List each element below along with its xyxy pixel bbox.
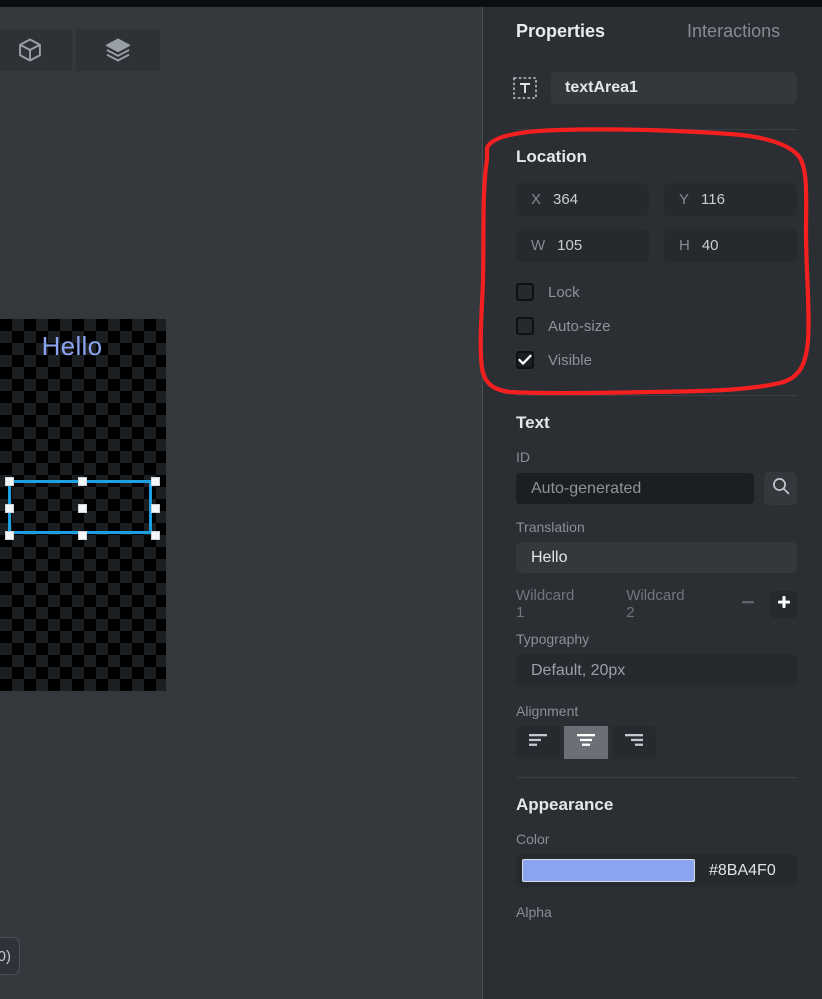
color-label: Color xyxy=(516,831,550,847)
label-w: W xyxy=(531,237,546,254)
checkbox-row-auto-size[interactable]: Auto-size xyxy=(516,309,797,343)
field-w[interactable]: W 105 xyxy=(516,229,649,262)
divider-after-location xyxy=(516,395,797,396)
text-area-icon xyxy=(513,77,537,99)
align-left-button[interactable] xyxy=(516,726,560,759)
remove-wildcard-button[interactable] xyxy=(736,592,760,616)
id-input[interactable]: Auto-generated xyxy=(516,473,754,504)
resize-handle-top-left[interactable] xyxy=(5,477,14,486)
appearance-section: Appearance Color #8BA4F0 Alpha xyxy=(483,795,822,920)
editor-area: Hello 0) xyxy=(0,7,482,999)
checkbox-visible[interactable] xyxy=(516,351,534,369)
alignment-button-group xyxy=(516,726,797,759)
align-left-icon xyxy=(527,732,549,753)
editor-toolbar xyxy=(0,29,160,71)
color-hex-value[interactable]: #8BA4F0 xyxy=(709,862,776,880)
checkbox-row-lock[interactable]: Lock xyxy=(516,275,797,309)
resize-handle-middle-left[interactable] xyxy=(5,504,14,513)
align-right-button[interactable] xyxy=(612,726,656,759)
coordinate-readout: 0) xyxy=(0,937,20,975)
resize-handle-middle-center[interactable] xyxy=(78,504,87,513)
resize-handle-bottom-right[interactable] xyxy=(151,531,160,540)
resize-handle-bottom-center[interactable] xyxy=(78,531,87,540)
label-lock: Lock xyxy=(548,283,580,301)
value-w: 105 xyxy=(557,237,583,254)
selection-bounding-box[interactable] xyxy=(5,477,160,540)
field-y[interactable]: Y 116 xyxy=(664,183,797,216)
label-h: H xyxy=(679,237,690,254)
layers-icon xyxy=(104,36,132,64)
label-visible: Visible xyxy=(548,351,592,369)
search-icon xyxy=(771,476,791,501)
field-x[interactable]: X 364 xyxy=(516,183,649,216)
cube-icon xyxy=(16,36,44,64)
text-title: Text xyxy=(516,413,550,432)
typography-field[interactable]: Default, 20px xyxy=(516,654,797,687)
wildcard-row: Wildcard 1 Wildcard 2 xyxy=(516,587,798,621)
canvas-text-element[interactable]: Hello xyxy=(0,331,144,361)
divider-after-text xyxy=(516,777,797,778)
translation-input[interactable]: Hello xyxy=(516,542,797,573)
text-section: Text ID Auto-generated Translation Hello… xyxy=(483,413,822,759)
label-x: X xyxy=(531,191,542,208)
appearance-title: Appearance xyxy=(516,795,614,814)
location-row-xy: X 364 Y 116 xyxy=(516,183,797,216)
tab-properties[interactable]: Properties xyxy=(516,21,605,42)
minus-icon xyxy=(739,593,757,616)
color-swatch[interactable] xyxy=(522,859,695,882)
location-section: Location X 364 Y 116 W 105 H 40 Lock Aut… xyxy=(483,147,822,377)
element-name-field[interactable]: textArea1 xyxy=(551,72,797,104)
color-row: #8BA4F0 xyxy=(516,854,797,887)
id-row: Auto-generated xyxy=(516,472,797,505)
alignment-label: Alignment xyxy=(516,703,579,719)
checkbox-auto-size[interactable] xyxy=(516,317,534,335)
id-label: ID xyxy=(516,449,530,465)
element-name-row: textArea1 xyxy=(483,65,822,111)
divider-after-name xyxy=(516,129,797,130)
tab-interactions[interactable]: Interactions xyxy=(687,21,780,42)
add-wildcard-button[interactable] xyxy=(770,590,798,618)
resize-handle-top-right[interactable] xyxy=(151,477,160,486)
align-center-button[interactable] xyxy=(564,726,608,759)
value-x: 364 xyxy=(553,191,579,208)
resize-handle-middle-right[interactable] xyxy=(151,504,160,513)
properties-panel: Properties Interactions textArea1 Locati… xyxy=(483,7,822,999)
search-id-button[interactable] xyxy=(764,472,797,505)
align-center-icon xyxy=(575,732,597,753)
alpha-label: Alpha xyxy=(516,904,552,920)
app-root: Hello 0) Properties Interactions textAre… xyxy=(0,0,822,999)
resize-handle-top-center[interactable] xyxy=(78,477,87,486)
wildcard-2[interactable]: Wildcard 2 xyxy=(626,587,696,621)
label-y: Y xyxy=(679,191,690,208)
checkbox-row-visible[interactable]: Visible xyxy=(516,343,797,377)
translation-label: Translation xyxy=(516,519,585,535)
field-h[interactable]: H 40 xyxy=(664,229,797,262)
tool-button-layers[interactable] xyxy=(76,29,160,71)
tool-button-cube[interactable] xyxy=(0,29,72,71)
plus-icon xyxy=(775,593,793,616)
label-auto-size: Auto-size xyxy=(548,317,611,335)
resize-handle-bottom-left[interactable] xyxy=(5,531,14,540)
value-y: 116 xyxy=(701,191,725,208)
location-title: Location xyxy=(516,147,587,166)
value-h: 40 xyxy=(701,237,719,254)
checkmark-icon xyxy=(518,354,532,365)
wildcard-1[interactable]: Wildcard 1 xyxy=(516,587,586,621)
checkbox-lock[interactable] xyxy=(516,283,534,301)
panel-tabs: Properties Interactions xyxy=(483,7,822,65)
typography-label: Typography xyxy=(516,631,590,647)
align-right-icon xyxy=(623,732,645,753)
location-row-wh: W 105 H 40 xyxy=(516,229,797,262)
top-black-strip xyxy=(0,0,822,7)
